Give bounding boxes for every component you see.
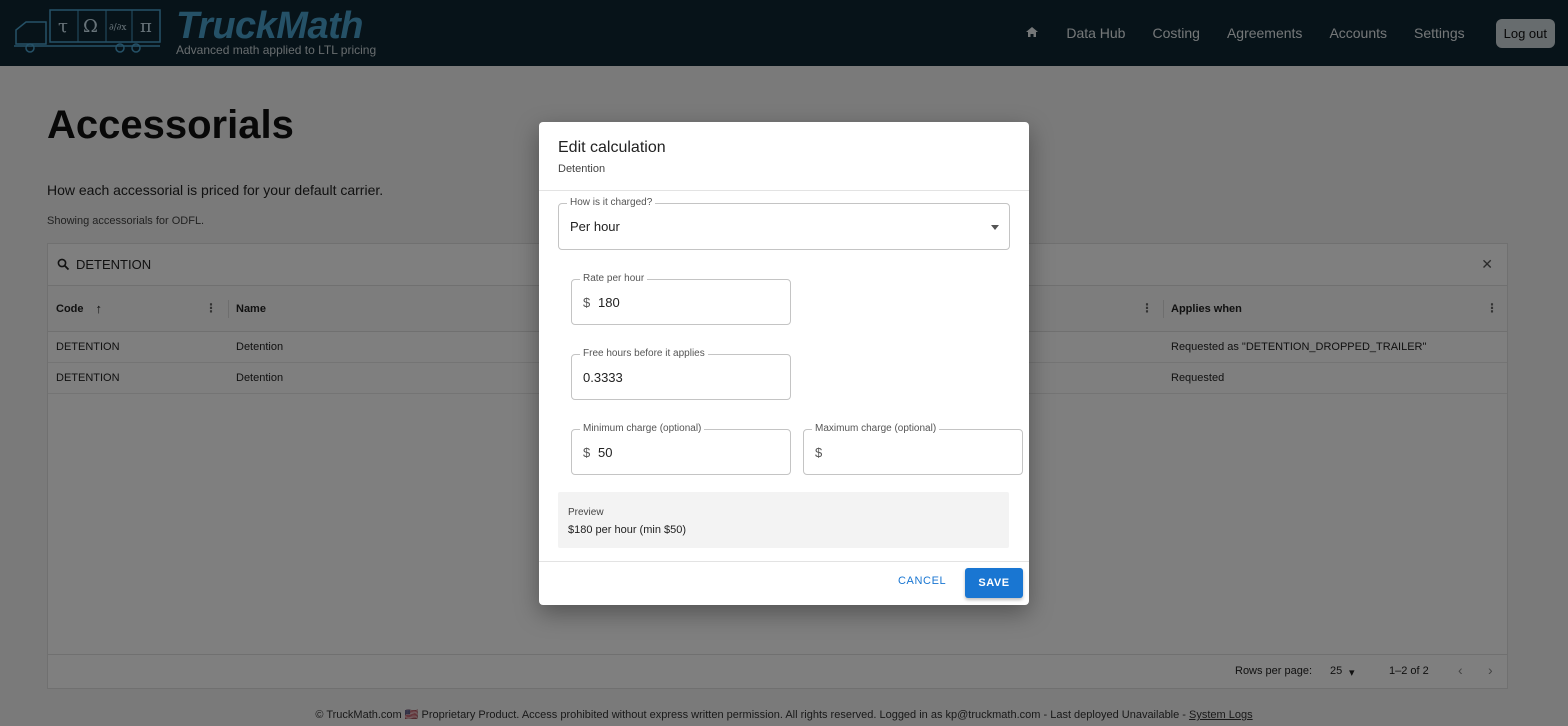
field-label: Maximum charge (optional) bbox=[812, 423, 940, 435]
input-value: 180 bbox=[598, 295, 620, 310]
save-button[interactable]: SAVE bbox=[965, 568, 1023, 598]
preview-label: Preview bbox=[568, 507, 604, 518]
preview-value: $180 per hour (min $50) bbox=[568, 524, 687, 536]
currency-prefix: $ bbox=[583, 295, 591, 310]
input-value: 0.3333 bbox=[583, 370, 623, 385]
dialog-divider bbox=[539, 190, 1029, 191]
input-value: 50 bbox=[598, 445, 613, 460]
dialog-title: Edit calculation bbox=[558, 139, 666, 156]
charge-type-select[interactable]: How is it charged? Per hour bbox=[558, 197, 1010, 250]
field-label: Rate per hour bbox=[580, 273, 648, 285]
maximum-charge-field[interactable]: Maximum charge (optional) $ bbox=[803, 423, 1023, 475]
field-label: Free hours before it applies bbox=[580, 348, 708, 360]
select-value: Per hour bbox=[570, 219, 620, 234]
dialog-subtitle: Detention bbox=[558, 163, 606, 175]
cancel-button[interactable]: CANCEL bbox=[898, 575, 946, 587]
rate-per-hour-field[interactable]: Rate per hour $ 180 bbox=[571, 273, 791, 325]
edit-calculation-dialog: Edit calculation Detention How is it cha… bbox=[539, 122, 1029, 605]
free-hours-field[interactable]: Free hours before it applies 0.3333 bbox=[571, 348, 791, 400]
field-label: Minimum charge (optional) bbox=[580, 423, 705, 435]
dropdown-arrow-icon[interactable] bbox=[991, 225, 999, 230]
currency-prefix: $ bbox=[583, 445, 591, 460]
field-label: How is it charged? bbox=[567, 197, 656, 209]
currency-prefix: $ bbox=[815, 445, 823, 460]
minimum-charge-field[interactable]: Minimum charge (optional) $ 50 bbox=[571, 423, 791, 475]
dialog-divider bbox=[539, 561, 1029, 562]
preview-panel: Preview $180 per hour (min $50) bbox=[558, 492, 1009, 548]
